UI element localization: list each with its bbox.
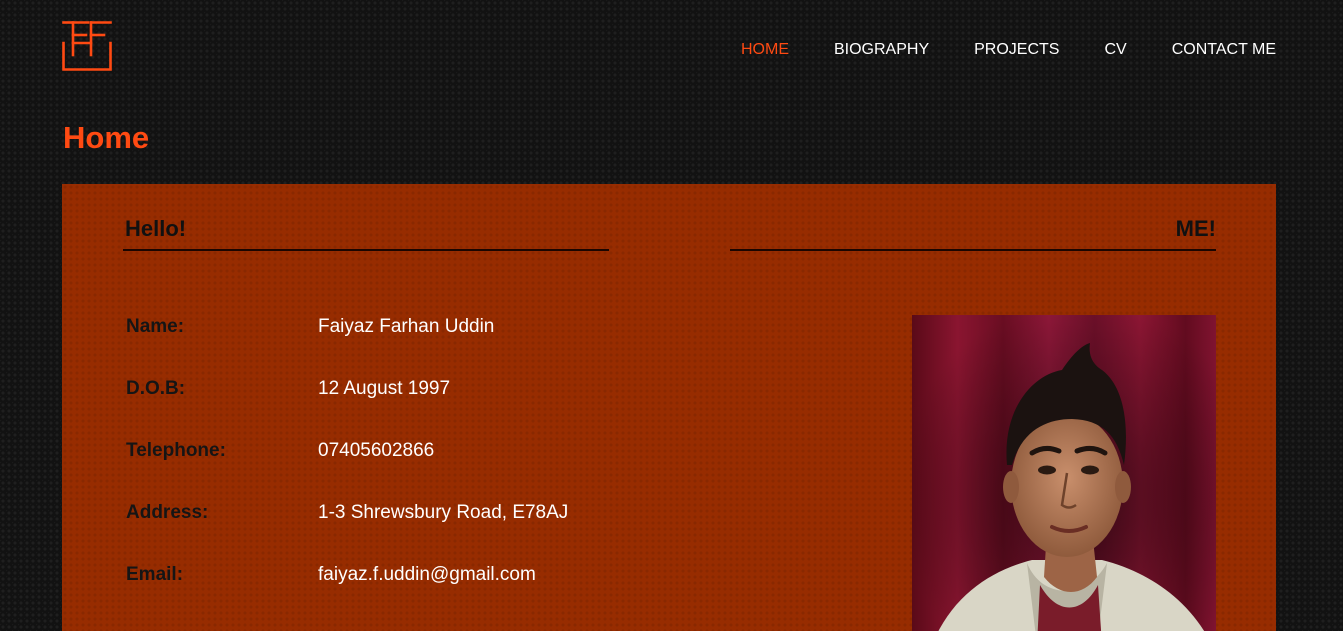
nav-biography[interactable]: BIOGRAPHY	[834, 40, 929, 60]
info-row-address: Address: 1-3 Shrewsbury Road, E78AJ	[126, 501, 568, 525]
info-value: Faiyaz Farhan Uddin	[318, 316, 495, 337]
info-value: faiyaz.f.uddin@gmail.com	[318, 564, 536, 585]
info-row-name: Name: Faiyaz Farhan Uddin	[126, 315, 494, 339]
info-label: Address:	[126, 502, 209, 523]
info-label: Telephone:	[126, 440, 226, 461]
info-label: D.O.B:	[126, 378, 186, 399]
portrait-image	[912, 315, 1216, 631]
info-row-telephone: Telephone: 07405602866	[126, 439, 434, 463]
info-value: 12 August 1997	[318, 378, 451, 399]
main-nav: HOME BIOGRAPHY PROJECTS CV CONTACT ME	[696, 40, 1276, 60]
ff-logo-icon	[62, 21, 112, 71]
nav-cv[interactable]: CV	[1104, 40, 1126, 60]
page-title: Home	[63, 120, 150, 155]
hello-heading: Hello!	[123, 214, 609, 251]
info-row-email: Email: faiyaz.f.uddin@gmail.com	[126, 563, 536, 587]
info-value: 1-3 Shrewsbury Road, E78AJ	[318, 502, 569, 523]
profile-panel: Hello! ME! Name: Faiyaz Farhan Uddin D.O…	[62, 184, 1276, 631]
site-logo[interactable]	[62, 21, 112, 71]
info-label: Email:	[126, 564, 184, 585]
nav-projects[interactable]: PROJECTS	[974, 40, 1059, 60]
info-row-dob: D.O.B: 12 August 1997	[126, 377, 450, 401]
portrait-photo	[912, 315, 1216, 631]
nav-home[interactable]: HOME	[741, 40, 789, 60]
info-value: 07405602866	[318, 440, 435, 461]
me-heading: ME!	[730, 214, 1216, 251]
info-label: Name:	[126, 316, 185, 337]
nav-contact-me[interactable]: CONTACT ME	[1172, 40, 1276, 60]
